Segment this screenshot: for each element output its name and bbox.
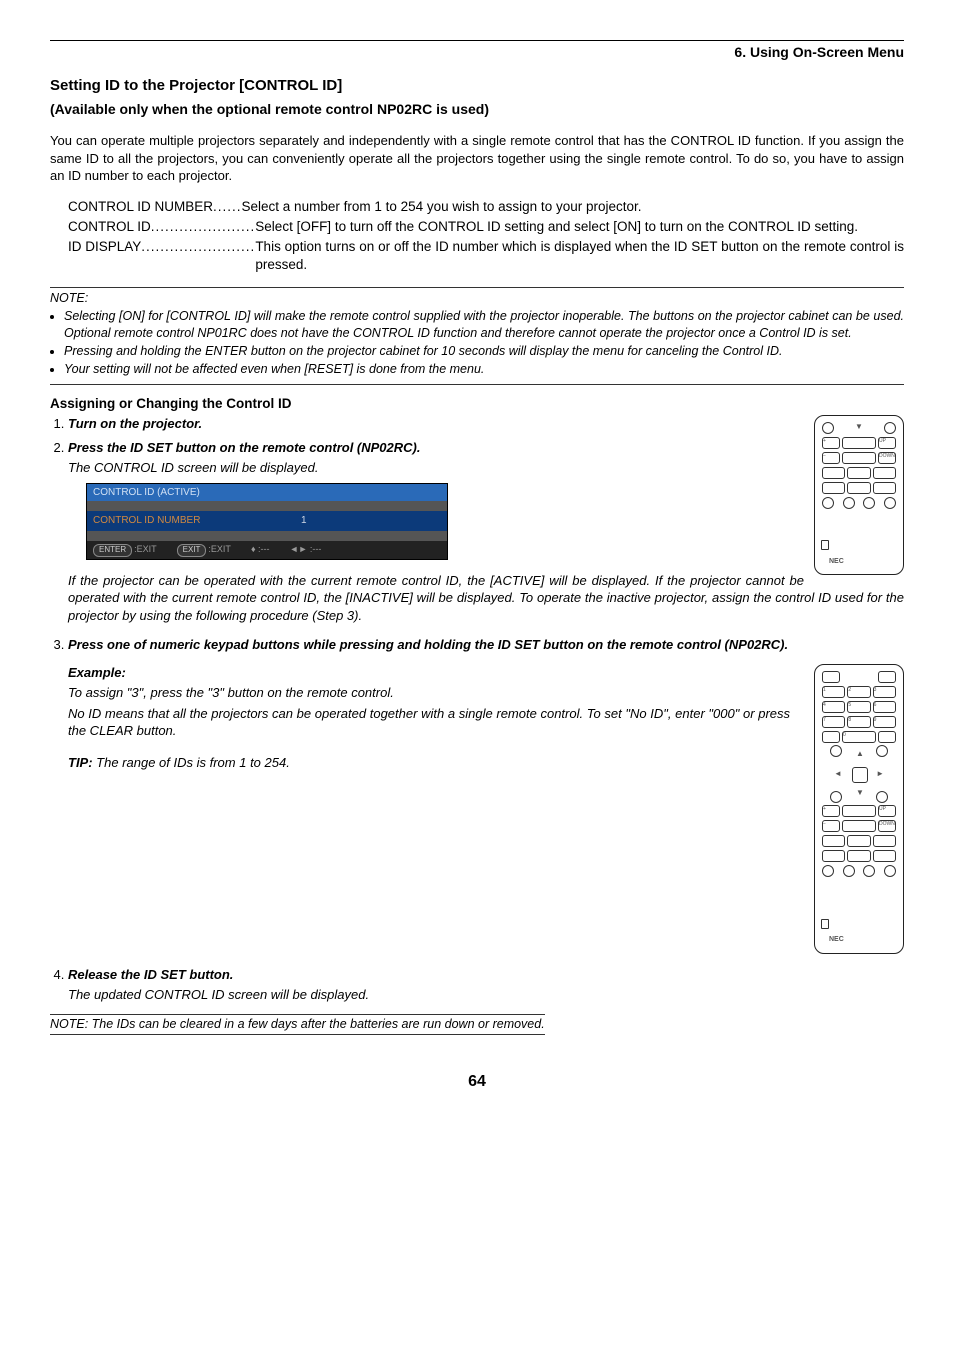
osd-window: CONTROL ID (ACTIVE) CONTROL ID NUMBER 1 … xyxy=(86,483,448,560)
top-rule xyxy=(50,40,904,41)
rule xyxy=(50,384,904,385)
exit-icon: EXIT xyxy=(177,544,207,557)
def-label: CONTROL ID xyxy=(68,218,151,236)
definition-row: CONTROL ID ...................... Select… xyxy=(68,218,904,236)
note-list: Selecting [ON] for [CONTROL ID] will mak… xyxy=(50,308,904,378)
step-item: Press the ID SET button on the remote co… xyxy=(68,439,904,625)
definition-row: ID DISPLAY ........................ This… xyxy=(68,238,904,274)
enter-icon: ENTER xyxy=(93,544,132,557)
def-dots: ...... xyxy=(213,198,242,216)
enter-text: :EXIT xyxy=(134,544,157,554)
def-desc: This option turns on or off the ID numbe… xyxy=(255,238,904,274)
exit-text: :EXIT xyxy=(208,544,231,554)
def-desc: Select a number from 1 to 254 you wish t… xyxy=(242,198,904,216)
osd-footer: ENTER:EXIT EXIT:EXIT ♦ :--- ◄► :--- xyxy=(87,541,447,559)
note-block: NOTE: Selecting [ON] for [CONTROL ID] wi… xyxy=(50,290,904,378)
page-title: Setting ID to the Projector [CONTROL ID] xyxy=(50,76,904,96)
intro-paragraph: You can operate multiple projectors sepa… xyxy=(50,132,904,185)
step-body: The updated CONTROL ID screen will be di… xyxy=(68,986,904,1004)
step-item: Turn on the projector. xyxy=(68,415,904,433)
arrow-hint: ♦ :--- xyxy=(251,543,270,557)
remote-diagram-large: 123 456 789 0 ▲ ▼ ◄ ► +UP xyxy=(814,664,904,954)
page-subtitle: (Available only when the optional remote… xyxy=(50,100,904,119)
step-body: The CONTROL ID screen will be displayed. xyxy=(68,459,904,477)
example-line: To assign "3", press the "3" button on t… xyxy=(68,684,790,702)
step-title: Turn on the projector. xyxy=(68,416,202,431)
note-item: Your setting will not be affected even w… xyxy=(64,361,904,378)
tip-label: TIP: xyxy=(68,755,93,770)
steps-list: Turn on the projector. Press the ID SET … xyxy=(50,415,904,1004)
step-after: If the projector can be operated with th… xyxy=(68,572,904,625)
note-heading: NOTE: xyxy=(50,290,904,307)
example-line: No ID means that all the projectors can … xyxy=(68,705,790,740)
rule xyxy=(50,287,904,288)
step-title: Release the ID SET button. xyxy=(68,967,233,982)
note-item: Selecting [ON] for [CONTROL ID] will mak… xyxy=(64,308,904,342)
remote-diagram-small: ▼ +UP −DOWN NEC xyxy=(814,415,904,575)
step-item: Release the ID SET button. The updated C… xyxy=(68,966,904,1004)
definition-list: CONTROL ID NUMBER ...... Select a number… xyxy=(68,198,904,275)
def-label: CONTROL ID NUMBER xyxy=(68,198,213,216)
def-dots: ........................ xyxy=(141,238,255,274)
osd-row: CONTROL ID NUMBER 1 xyxy=(87,511,447,531)
lock-icon xyxy=(821,540,829,550)
chapter-heading: 6. Using On-Screen Menu xyxy=(50,43,904,62)
note-item: Pressing and holding the ENTER button on… xyxy=(64,343,904,360)
procedure-heading: Assigning or Changing the Control ID xyxy=(50,395,904,413)
def-label: ID DISPLAY xyxy=(68,238,141,274)
definition-row: CONTROL ID NUMBER ...... Select a number… xyxy=(68,198,904,216)
note-line: NOTE: The IDs can be cleared in a few da… xyxy=(50,1014,545,1035)
osd-title: CONTROL ID (ACTIVE) xyxy=(87,484,447,502)
lock-icon xyxy=(821,919,829,929)
tip-text: The range of IDs is from 1 to 254. xyxy=(93,755,290,770)
def-desc: Select [OFF] to turn off the CONTROL ID … xyxy=(255,218,904,236)
example-label: Example: xyxy=(68,664,790,682)
step-title: Press one of numeric keypad buttons whil… xyxy=(68,637,788,652)
osd-row-value: 1 xyxy=(301,514,441,528)
dpad: ▲ ▼ ◄ ► xyxy=(832,747,886,801)
def-dots: ...................... xyxy=(151,218,256,236)
osd-row-label: CONTROL ID NUMBER xyxy=(93,514,301,528)
arrow-hint: ◄► :--- xyxy=(290,543,322,557)
step-item: Press one of numeric keypad buttons whil… xyxy=(68,636,904,954)
remote-logo: NEC xyxy=(829,935,844,944)
page-number: 64 xyxy=(50,1071,904,1093)
step-title: Press the ID SET button on the remote co… xyxy=(68,440,420,455)
remote-logo: NEC xyxy=(829,557,844,566)
